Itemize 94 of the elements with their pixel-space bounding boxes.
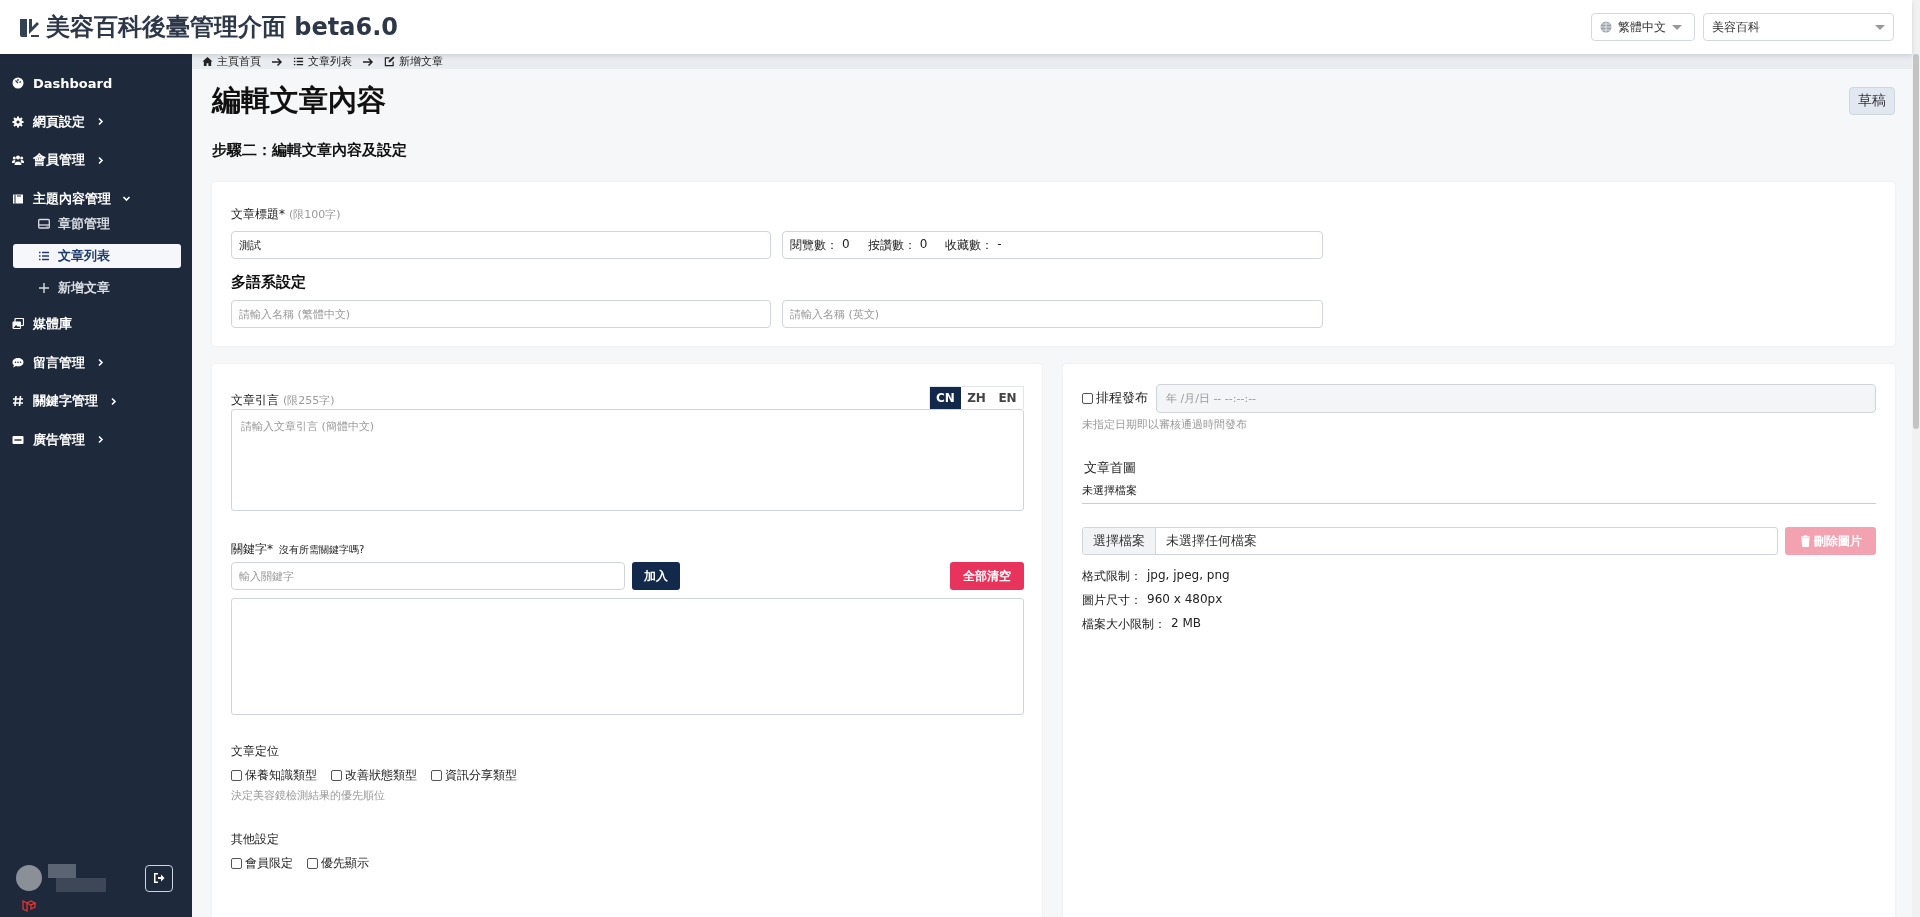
breadcrumb-link[interactable]: 主頁首頁 [202, 54, 261, 69]
field-label: 關鍵字* [231, 541, 273, 558]
checkbox[interactable] [307, 858, 318, 869]
checkbox-label: 優先顯示 [321, 855, 369, 872]
images-icon [12, 318, 24, 331]
arrow-icon [362, 56, 374, 67]
globe-icon [1600, 21, 1612, 33]
field-label: 文章引言 [231, 392, 279, 409]
sidebar-subitem[interactable]: 文章列表 [13, 244, 181, 268]
arrow-icon [271, 56, 283, 67]
scrollbar[interactable] [1912, 0, 1920, 917]
users-icon [12, 154, 24, 167]
status-badge: 草稿 [1849, 87, 1895, 115]
breadcrumb-link[interactable]: 新增文章 [384, 54, 443, 69]
section-heading: 多語系設定 [231, 273, 307, 292]
gauge-icon [12, 77, 24, 90]
help-link[interactable]: 沒有所需關鍵字嗎? [279, 543, 365, 557]
sidebar-item[interactable]: 網頁設定 [0, 102, 192, 141]
book-icon [12, 192, 24, 205]
field-note: (限100字) [289, 207, 341, 222]
logo-icon [19, 16, 40, 38]
page-title: 編輯文章內容 [212, 82, 386, 119]
checkbox[interactable] [231, 770, 242, 781]
file-name: 未選擇任何檔案 [1165, 532, 1258, 550]
debug-icon[interactable] [22, 899, 36, 913]
add-button[interactable]: 加入 [632, 562, 680, 590]
caret-icon [1672, 24, 1682, 30]
info-label: 格式限制： [1082, 568, 1142, 585]
stat-value: - [997, 236, 1002, 253]
checkbox-label: 排程發布 [1096, 390, 1148, 407]
title-input[interactable]: 測試 [231, 231, 771, 259]
sidebar-item[interactable]: 留言管理 [0, 343, 192, 382]
logout-icon [153, 872, 165, 884]
checkbox-label: 資訊分享類型 [445, 767, 517, 784]
name-input[interactable]: 請輸入名稱 (繁體中文) [231, 300, 771, 328]
caret-icon [1875, 24, 1885, 30]
stat-label: 按讚數： [867, 236, 916, 254]
checkbox[interactable] [431, 770, 442, 781]
trash-icon [1799, 535, 1811, 547]
info-value: 960 x 480px [1147, 592, 1223, 608]
info-label: 圖片尺寸： [1082, 592, 1142, 609]
info-label: 檔案大小限制： [1082, 616, 1166, 633]
excerpt-textarea[interactable]: 請輸入文章引言 (簡體中文) [231, 409, 1024, 511]
list-icon [293, 56, 304, 67]
language-select[interactable]: 繁體中文 [1591, 13, 1695, 41]
stat-label: 閱覽數： [790, 236, 838, 254]
hint-text: 未指定日期即以審核通過時間發布 [1082, 418, 1248, 432]
sidebar-item[interactable]: 媒體庫 [0, 305, 192, 344]
name-input[interactable]: 請輸入名稱 (英文) [782, 300, 1323, 328]
home-icon [202, 56, 213, 67]
checkbox-label: 改善狀態類型 [345, 767, 417, 784]
sidebar-item[interactable]: Dashboard [0, 64, 192, 103]
language-tab[interactable]: CN [930, 387, 961, 409]
field-label: 文章標題* [231, 206, 285, 223]
tray-icon [38, 218, 50, 230]
sidebar-item[interactable]: 會員管理 [0, 141, 192, 180]
breadcrumb-link[interactable]: 文章列表 [293, 54, 352, 69]
app-title: 美容百科後臺管理介面 beta6.0 [46, 12, 398, 43]
card-icon [12, 433, 24, 446]
edit-icon [384, 56, 395, 67]
checkbox-label: 會員限定 [245, 855, 293, 872]
site-select[interactable]: 美容百科 [1703, 13, 1894, 41]
field-note: (限255字) [283, 393, 335, 408]
info-value: jpg, jpeg, png [1147, 568, 1230, 584]
file-input[interactable]: 選擇檔案 未選擇任何檔案 [1082, 527, 1778, 555]
sidebar-item[interactable]: 關鍵字管理 [0, 382, 192, 421]
sidebar-item[interactable]: 廣告管理 [0, 420, 192, 459]
checkbox-label: 保養知識類型 [245, 767, 317, 784]
info-value: 2 MB [1171, 616, 1202, 632]
checkbox[interactable] [231, 858, 242, 869]
field-placeholder: 年 /月/日 -- --:--:-- [1166, 391, 1257, 406]
speech-bubble-icon [12, 356, 24, 369]
list-icon [38, 250, 50, 262]
stat-label: 收藏數： [945, 236, 994, 254]
field-label: 文章首圖 [1083, 460, 1137, 477]
sidebar-subitem[interactable]: 新增文章 [13, 276, 181, 300]
file-status: 未選擇檔案 [1082, 484, 1876, 504]
stat-value: 0 [919, 236, 928, 253]
field-label: 文章定位 [231, 743, 280, 760]
clear-all-button[interactable]: 全部清空 [950, 562, 1024, 590]
plus-icon [38, 282, 50, 294]
hint-text: 決定美容鏡檢測結果的優先順位 [231, 789, 386, 803]
step-title: 步驟二：編輯文章內容及設定 [212, 141, 408, 160]
keyword-input[interactable]: 輸入關鍵字 [231, 562, 625, 590]
avatar [16, 865, 42, 891]
blurred-username [48, 864, 106, 892]
choose-file-button[interactable]: 選擇檔案 [1083, 528, 1156, 554]
settings-icon [12, 115, 24, 128]
field-label: 其他設定 [231, 831, 280, 848]
checkbox[interactable] [331, 770, 342, 781]
stat-value: 0 [842, 236, 850, 253]
hash-icon [12, 395, 24, 408]
logout-button[interactable] [145, 864, 173, 892]
checkbox[interactable] [1082, 393, 1093, 404]
